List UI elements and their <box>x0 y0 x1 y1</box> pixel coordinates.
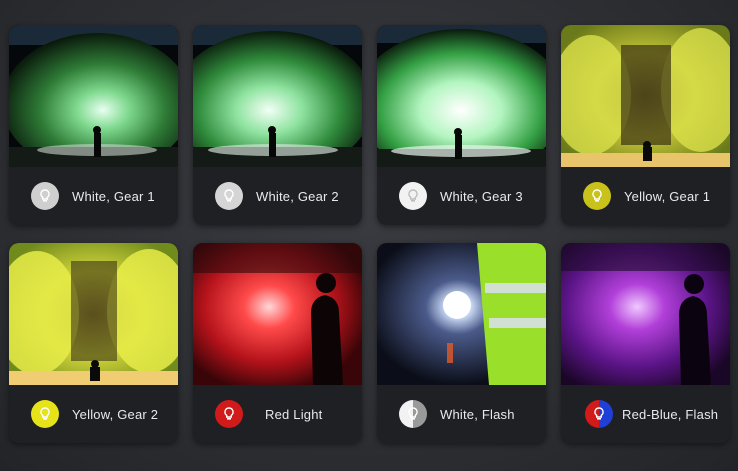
white-bulb-icon <box>31 182 59 210</box>
mode-label: White, Gear 2 <box>256 188 339 204</box>
mode-caption: White, Gear 2 <box>193 167 362 225</box>
mode-card-red-blue-flash[interactable]: Red-Blue, Flash <box>561 243 730 443</box>
red-bulb-icon <box>215 400 243 428</box>
mode-caption: White, Flash <box>377 385 546 443</box>
mode-label: Red Light <box>265 406 323 422</box>
mode-photo <box>377 243 546 385</box>
mode-caption: Yellow, Gear 1 <box>561 167 730 225</box>
light-mode-grid: White, Gear 1 White, Gear 2 White, Gear … <box>0 0 738 471</box>
mode-label: White, Gear 3 <box>440 188 523 204</box>
mode-card-yellow-gear-2[interactable]: Yellow, Gear 2 <box>9 243 178 443</box>
white-flash-bulb-icon <box>399 400 427 428</box>
mode-photo <box>9 25 178 167</box>
mode-photo <box>377 25 546 167</box>
mode-card-red-light[interactable]: Red Light <box>193 243 362 443</box>
mode-label: White, Flash <box>440 406 515 422</box>
white-bulb-icon <box>399 182 427 210</box>
mode-caption: White, Gear 1 <box>9 167 178 225</box>
mode-photo <box>9 243 178 385</box>
mode-caption: Red Light <box>193 385 362 443</box>
mode-label: White, Gear 1 <box>72 188 155 204</box>
mode-label: Yellow, Gear 2 <box>72 406 159 422</box>
white-bulb-icon <box>215 182 243 210</box>
mode-card-yellow-gear-1[interactable]: Yellow, Gear 1 <box>561 25 730 225</box>
mode-photo <box>561 25 730 167</box>
mode-photo <box>193 243 362 385</box>
mode-photo <box>561 243 730 385</box>
mode-caption: Red-Blue, Flash <box>561 385 730 443</box>
yellow-bulb-icon <box>583 182 611 210</box>
mode-caption: Yellow, Gear 2 <box>9 385 178 443</box>
mode-card-white-gear-1[interactable]: White, Gear 1 <box>9 25 178 225</box>
mode-photo <box>193 25 362 167</box>
red-blue-flash-bulb-icon <box>585 400 613 428</box>
mode-label: Yellow, Gear 1 <box>624 188 711 204</box>
mode-card-white-flash[interactable]: White, Flash <box>377 243 546 443</box>
mode-card-white-gear-2[interactable]: White, Gear 2 <box>193 25 362 225</box>
mode-caption: White, Gear 3 <box>377 167 546 225</box>
mode-card-white-gear-3[interactable]: White, Gear 3 <box>377 25 546 225</box>
yellow-bulb-icon <box>31 400 59 428</box>
mode-label: Red-Blue, Flash <box>622 406 719 422</box>
